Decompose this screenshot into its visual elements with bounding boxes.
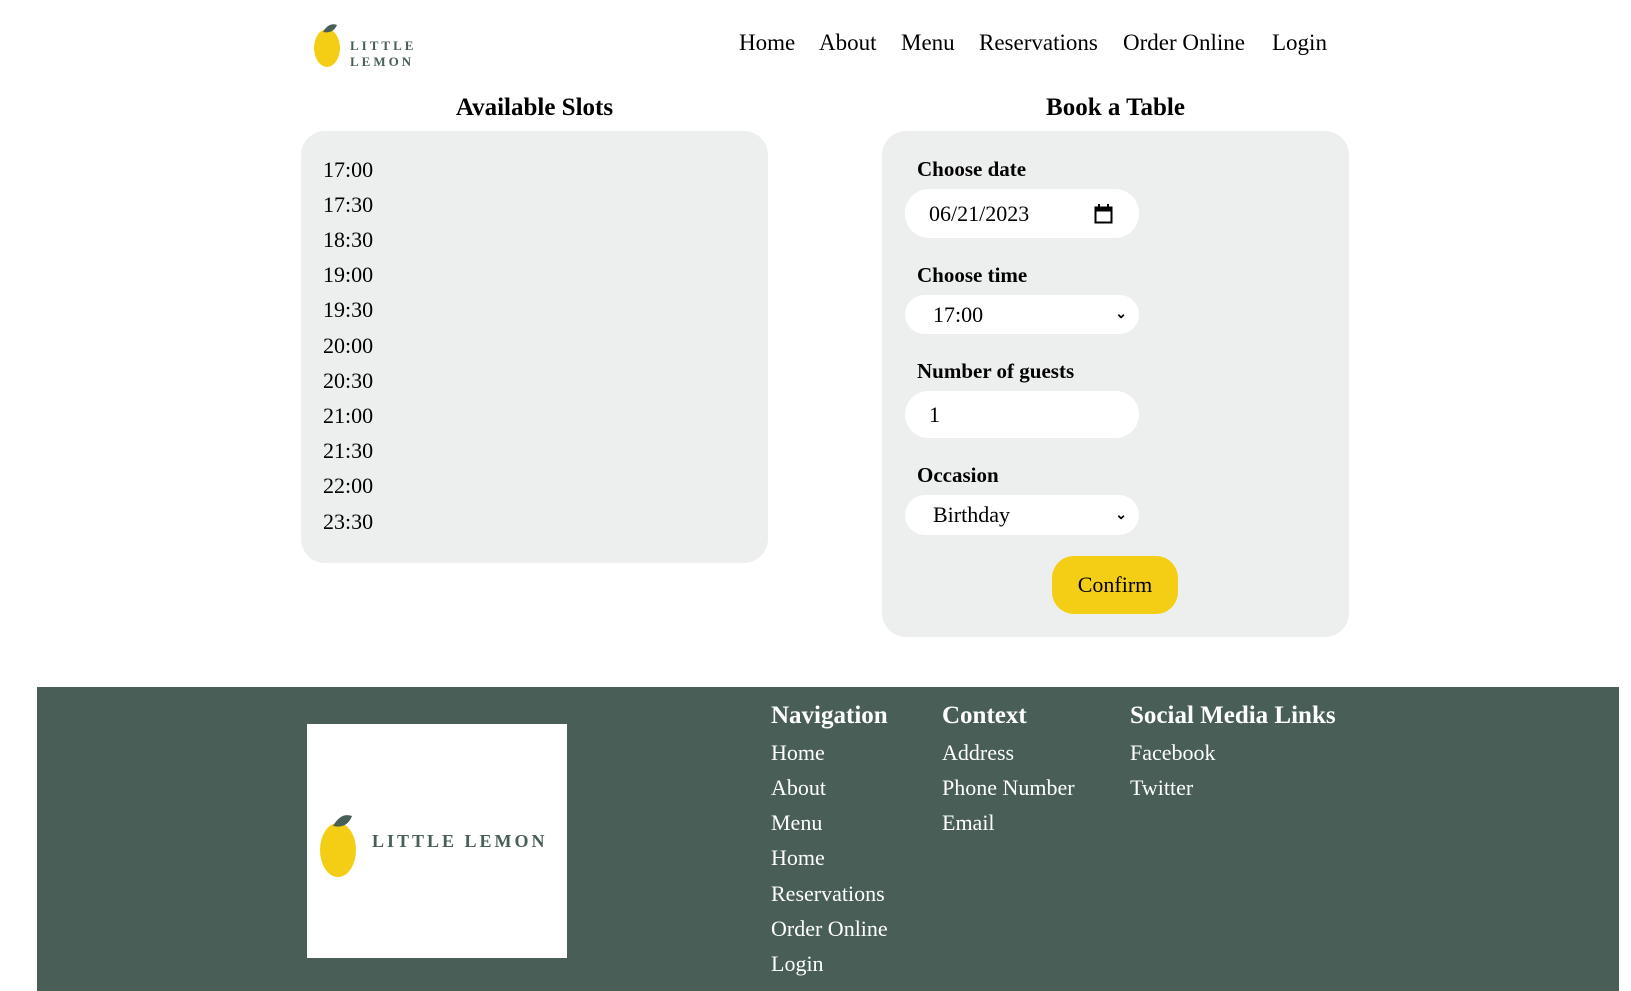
slot-item: 17:00 bbox=[323, 157, 374, 182]
logo-text: LITTLE LEMON bbox=[350, 38, 417, 69]
footer-social-title: Social Media Links bbox=[1130, 702, 1336, 729]
available-slots-panel: 17:00 17:30 18:30 19:00 19:30 20:00 20:3… bbox=[301, 131, 768, 563]
footer: LITTLE LEMON Navigation Home About Menu … bbox=[37, 687, 1619, 991]
slot-item: 20:00 bbox=[323, 333, 374, 358]
occasion-label: Occasion bbox=[917, 463, 999, 487]
nav-order-online[interactable]: Order Online bbox=[1123, 30, 1245, 56]
footer-nav-link[interactable]: Order Online bbox=[771, 916, 888, 942]
guests-input[interactable]: 1 bbox=[905, 391, 1139, 438]
footer-nav-link[interactable]: Reservations bbox=[771, 881, 885, 907]
footer-nav-link[interactable]: Menu bbox=[771, 810, 822, 836]
slot-item: 21:00 bbox=[323, 403, 374, 428]
book-table-title: Book a Table bbox=[1046, 94, 1185, 121]
slot-item: 18:30 bbox=[323, 227, 374, 252]
date-label: Choose date bbox=[917, 157, 1027, 181]
lemon-icon bbox=[320, 815, 356, 877]
footer-context-link[interactable]: Email bbox=[942, 810, 995, 836]
calendar-icon[interactable] bbox=[1094, 203, 1113, 224]
slot-item: 23:30 bbox=[323, 509, 374, 534]
nav-menu[interactable]: Menu bbox=[901, 30, 955, 56]
lemon-icon bbox=[314, 24, 340, 67]
confirm-button[interactable]: Confirm bbox=[1052, 556, 1178, 614]
footer-context-link[interactable]: Address bbox=[942, 740, 1014, 766]
chevron-down-icon: ⌄ bbox=[1115, 307, 1127, 322]
footer-social-link[interactable]: Facebook bbox=[1130, 740, 1216, 766]
chevron-down-icon: ⌄ bbox=[1115, 507, 1127, 523]
nav-login[interactable]: Login bbox=[1272, 30, 1327, 56]
footer-nav-title: Navigation bbox=[771, 702, 888, 729]
time-value: 17:00 bbox=[933, 301, 984, 327]
slot-item: 19:30 bbox=[323, 297, 374, 322]
footer-logo-text: LITTLE LEMON bbox=[372, 831, 548, 851]
footer-context-link[interactable]: Phone Number bbox=[942, 775, 1075, 801]
slot-item: 22:00 bbox=[323, 473, 374, 498]
nav-reservations[interactable]: Reservations bbox=[979, 30, 1098, 56]
footer-context-title: Context bbox=[942, 702, 1027, 729]
footer-logo: LITTLE LEMON bbox=[307, 724, 567, 958]
booking-form: Choose date 06/21/2023 Choose time 17:00… bbox=[882, 131, 1349, 637]
footer-social-link[interactable]: Twitter bbox=[1130, 775, 1193, 801]
slot-item: 20:30 bbox=[323, 368, 374, 393]
nav-home[interactable]: Home bbox=[739, 30, 795, 56]
slot-item: 21:30 bbox=[323, 438, 374, 463]
time-select[interactable]: 17:00 ⌄ bbox=[905, 295, 1139, 334]
footer-nav-link[interactable]: About bbox=[771, 775, 826, 801]
guests-value: 1 bbox=[929, 401, 940, 427]
footer-nav-link[interactable]: Home bbox=[771, 845, 825, 871]
footer-nav-link[interactable]: Login bbox=[771, 951, 824, 977]
slot-item: 19:00 bbox=[323, 262, 374, 287]
occasion-select[interactable]: Birthday ⌄ bbox=[905, 495, 1139, 535]
date-input[interactable]: 06/21/2023 bbox=[905, 189, 1139, 238]
slot-item: 17:30 bbox=[323, 192, 374, 217]
guests-label: Number of guests bbox=[917, 359, 1075, 383]
nav-about[interactable]: About bbox=[819, 30, 877, 56]
date-value: 06/21/2023 bbox=[929, 200, 1030, 226]
time-label: Choose time bbox=[917, 263, 1028, 287]
footer-nav-link[interactable]: Home bbox=[771, 740, 825, 766]
available-slots-title: Available Slots bbox=[455, 94, 614, 121]
logo[interactable]: LITTLE LEMON bbox=[313, 22, 483, 69]
occasion-value: Birthday bbox=[933, 502, 1010, 527]
